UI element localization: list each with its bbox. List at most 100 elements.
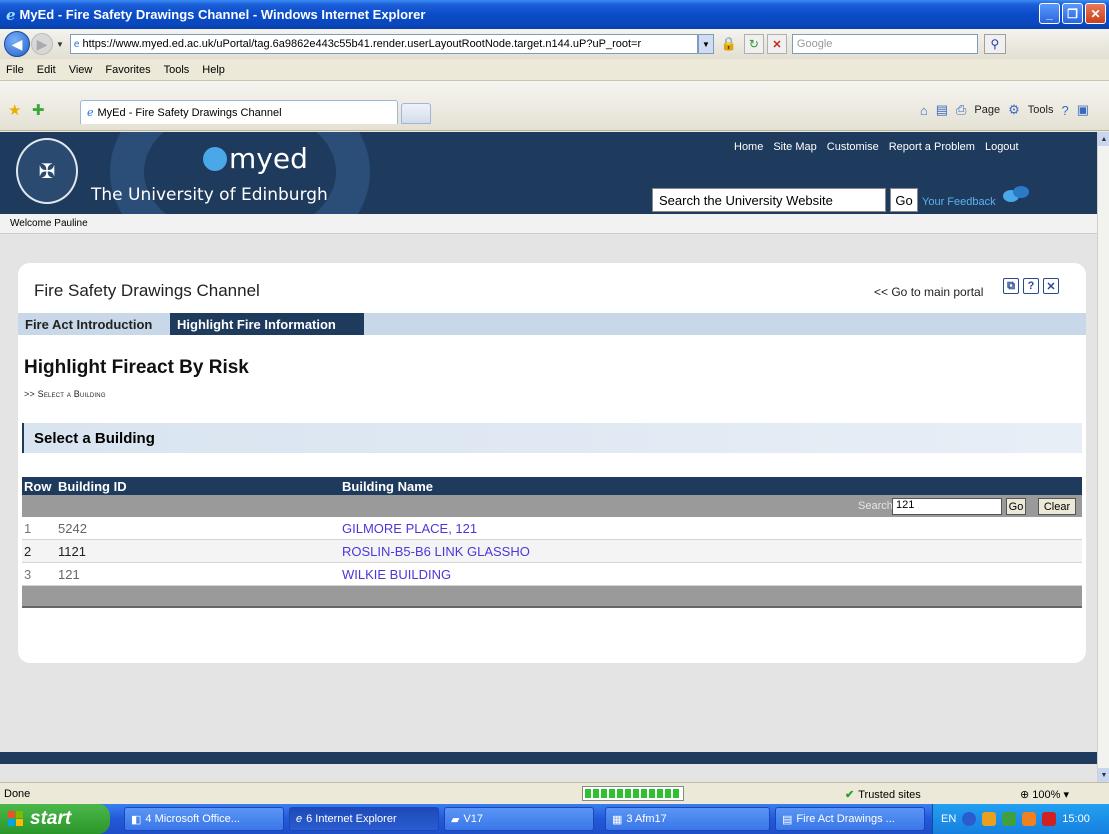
channel-title: Fire Safety Drawings Channel xyxy=(34,281,260,300)
tools-menu[interactable]: Tools xyxy=(1028,104,1054,116)
col-row-header[interactable]: Row xyxy=(24,479,51,494)
channel-help-icon[interactable]: ? xyxy=(1023,278,1039,294)
menu-tools[interactable]: Tools xyxy=(164,64,190,76)
col-building-name-header[interactable]: Building Name xyxy=(342,479,433,494)
address-url: https://www.myed.ed.ac.uk/uPortal/tag.6a… xyxy=(82,38,642,50)
clock: 15:00 xyxy=(1062,813,1090,825)
language-indicator[interactable]: EN xyxy=(941,813,956,825)
menu-edit[interactable]: Edit xyxy=(37,64,56,76)
address-field[interactable]: e https://www.myed.ed.ac.uk/uPortal/tag.… xyxy=(69,34,698,54)
grid-search-bar: Search: 121 Go Clear xyxy=(22,495,1082,517)
tab-ie-icon: e xyxy=(87,106,94,119)
lock-icon[interactable]: 🔒 xyxy=(718,34,740,54)
security-zone[interactable]: ✔ Trusted sites xyxy=(845,788,921,801)
menu-file[interactable]: File xyxy=(6,64,24,76)
breadcrumb: >> Select a Building xyxy=(24,389,106,399)
forward-button[interactable]: ▶ xyxy=(31,33,53,55)
building-id: 121 xyxy=(58,567,80,582)
taskbar-item-word[interactable]: ▤ Fire Act Drawings ... xyxy=(775,807,925,831)
building-name-link[interactable]: WILKIE BUILDING xyxy=(342,567,451,582)
tab-fire-act-introduction[interactable]: Fire Act Introduction xyxy=(18,313,159,335)
window-title-bar: e MyEd - Fire Safety Drawings Channel - … xyxy=(0,0,1109,29)
web-search-input[interactable]: Google xyxy=(791,34,978,54)
building-grid: Row Building ID Building Name Search: 12… xyxy=(22,477,1082,608)
tray-vpn-icon[interactable] xyxy=(1002,812,1017,826)
stop-button[interactable]: ✕ xyxy=(766,34,787,54)
menu-favorites[interactable]: Favorites xyxy=(105,64,150,76)
recent-pages-dropdown-icon[interactable]: ▼ xyxy=(56,40,64,49)
back-button[interactable]: ◀ xyxy=(4,31,30,57)
page-menu[interactable]: Page xyxy=(974,104,1000,116)
home-icon[interactable]: ⌂ xyxy=(920,103,928,118)
table-row[interactable]: 1 5242 GILMORE PLACE, 121 xyxy=(22,517,1082,540)
feedback-bubble-icon[interactable] xyxy=(1003,186,1029,206)
new-tab-button[interactable] xyxy=(401,103,431,124)
go-main-portal-link[interactable]: << Go to main portal xyxy=(874,285,983,299)
scroll-down-icon[interactable]: ▼ xyxy=(1098,768,1109,782)
help-icon[interactable]: ? xyxy=(1061,103,1068,118)
print-icon[interactable]: ⎙ xyxy=(956,102,966,118)
university-name: The University of Edinburgh xyxy=(91,185,328,205)
table-row[interactable]: 2 1121 ROSLIN-B5-B6 LINK GLASSHO xyxy=(22,540,1082,563)
page-heading: Highlight Fireact By Risk xyxy=(24,357,249,378)
myed-logo-dot xyxy=(203,146,227,171)
grid-go-button[interactable]: Go xyxy=(1006,498,1026,515)
feedback-link[interactable]: Your Feedback xyxy=(922,196,996,208)
site-search-go-button[interactable]: Go xyxy=(890,188,918,212)
detach-icon[interactable]: ⧉ xyxy=(1003,278,1019,294)
channel-close-icon[interactable]: ✕ xyxy=(1043,278,1059,294)
building-name-link[interactable]: ROSLIN-B5-B6 LINK GLASSHO xyxy=(342,544,530,559)
myed-logo[interactable]: myed xyxy=(203,142,308,175)
vertical-scrollbar[interactable]: ▲ ▼ xyxy=(1097,132,1109,782)
favorites-star-icon[interactable]: ★ xyxy=(8,101,21,119)
university-crest-logo[interactable]: ✠ xyxy=(16,138,78,204)
tray-arrow-icon[interactable] xyxy=(962,812,977,826)
grid-search-label: Search: xyxy=(858,500,896,512)
link-logout[interactable]: Logout xyxy=(985,141,1019,153)
minimize-button[interactable]: _ xyxy=(1039,3,1060,24)
menu-view[interactable]: View xyxy=(69,64,93,76)
scroll-up-icon[interactable]: ▲ xyxy=(1098,132,1109,146)
channel-panel: Fire Safety Drawings Channel << Go to ma… xyxy=(18,263,1086,663)
address-dropdown-button[interactable]: ▼ xyxy=(697,34,714,54)
menu-help[interactable]: Help xyxy=(202,64,225,76)
start-button[interactable]: start xyxy=(0,804,110,834)
tray-java-icon[interactable] xyxy=(982,812,997,826)
refresh-button[interactable]: ↻ xyxy=(743,34,764,54)
add-favorites-icon[interactable]: ✚ xyxy=(32,101,45,119)
building-id: 5242 xyxy=(58,521,87,536)
link-report-problem[interactable]: Report a Problem xyxy=(889,141,975,153)
search-icon[interactable]: ⚲ xyxy=(983,34,1006,54)
taskbar-item-office[interactable]: ◧ 4 Microsoft Office... xyxy=(124,807,284,831)
feeds-icon[interactable]: ▤ xyxy=(936,102,948,118)
close-button[interactable]: ✕ xyxy=(1085,3,1106,24)
site-search-input[interactable]: Search the University Website xyxy=(652,188,886,212)
browser-tab-active[interactable]: e MyEd - Fire Safety Drawings Channel xyxy=(80,100,398,124)
link-customise[interactable]: Customise xyxy=(827,141,879,153)
taskbar-item-label: 6 Internet Explorer xyxy=(306,813,397,825)
system-tray: EN 15:00 xyxy=(932,804,1109,834)
grid-search-input[interactable]: 121 xyxy=(892,498,1002,515)
maximize-button[interactable]: ❐ xyxy=(1062,3,1083,24)
section-header: Select a Building xyxy=(22,423,1082,453)
tray-clock-icon[interactable] xyxy=(1022,812,1037,826)
building-name-link[interactable]: GILMORE PLACE, 121 xyxy=(342,521,477,536)
welcome-text: Welcome Pauline xyxy=(10,218,88,229)
tools-gear-icon: ⚙ xyxy=(1008,102,1020,117)
link-home[interactable]: Home xyxy=(734,141,763,153)
table-row[interactable]: 3 121 WILKIE BUILDING xyxy=(22,563,1082,586)
taskbar-item-v17[interactable]: ▰ V17 xyxy=(444,807,594,831)
col-building-id-header[interactable]: Building ID xyxy=(58,479,127,494)
research-icon[interactable]: ▣ xyxy=(1077,102,1089,118)
grid-footer xyxy=(22,586,1082,608)
zone-label: Trusted sites xyxy=(858,789,921,801)
tab-highlight-fire-information[interactable]: Highlight Fire Information xyxy=(170,313,364,335)
grid-clear-button[interactable]: Clear xyxy=(1038,498,1076,515)
top-links: Home Site Map Customise Report a Problem… xyxy=(734,141,1019,153)
office-icon: ◧ xyxy=(131,813,142,826)
taskbar-item-ie[interactable]: e6 Internet Explorer xyxy=(289,807,439,831)
tray-security-icon[interactable] xyxy=(1042,812,1057,826)
taskbar-item-afm17[interactable]: ▦ 3 Afm17 xyxy=(605,807,770,831)
zoom-level[interactable]: ⊕ 100% ▾ xyxy=(1020,788,1069,801)
link-site-map[interactable]: Site Map xyxy=(773,141,816,153)
